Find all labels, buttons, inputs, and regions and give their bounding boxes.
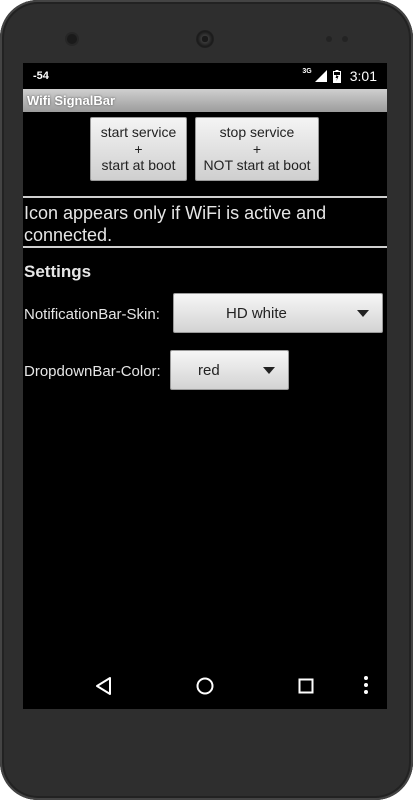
dropdown-color-value: red	[198, 362, 220, 379]
stop-service-button[interactable]: stop service + NOT start at boot	[195, 117, 319, 181]
signal-icon	[314, 70, 327, 82]
start-button-line2: +	[134, 140, 143, 157]
navigation-bar	[23, 663, 387, 709]
network-type-label: 3G	[302, 67, 312, 75]
info-text: Icon appears only if WiFi is active and …	[24, 203, 327, 245]
status-bar: -54 3G 3:01	[23, 63, 387, 89]
stop-button-line1: stop service	[219, 124, 295, 141]
overflow-menu-icon[interactable]	[359, 673, 373, 699]
dropdown-arrow-icon	[357, 310, 369, 317]
start-service-button[interactable]: start service + start at boot	[90, 117, 187, 181]
divider-bottom	[23, 246, 387, 248]
divider-top	[23, 196, 387, 198]
dropdown-arrow-icon	[263, 367, 275, 374]
dropdown-color-dropdown[interactable]: red	[170, 350, 289, 390]
app-title-bar: Wifi SignalBar	[23, 89, 387, 112]
light-sensor	[342, 36, 348, 42]
screen: -54 3G 3:01 Wifi SignalBar start service	[23, 63, 387, 709]
proximity-sensor	[326, 36, 332, 42]
stop-button-line3: NOT start at boot	[203, 157, 311, 174]
notification-skin-dropdown[interactable]: HD white	[173, 293, 383, 333]
app-title: Wifi SignalBar	[27, 93, 116, 108]
notification-skin-value: HD white	[226, 305, 287, 322]
signal-strength-readout: -54	[33, 70, 49, 82]
phone-frame: -54 3G 3:01 Wifi SignalBar start service	[0, 0, 413, 800]
notification-skin-label: NotificationBar-Skin:	[24, 306, 160, 323]
start-button-line3: start at boot	[101, 157, 176, 174]
home-icon[interactable]	[192, 673, 218, 699]
clock: 3:01	[349, 68, 377, 84]
earpiece-speaker	[196, 30, 214, 48]
back-icon[interactable]	[91, 673, 117, 699]
status-icons: 3G 3:01	[302, 67, 377, 85]
start-button-line1: start service	[100, 124, 177, 141]
battery-icon	[332, 69, 341, 83]
stop-button-line2: +	[252, 140, 262, 157]
recents-icon[interactable]	[293, 673, 319, 699]
settings-heading: Settings	[24, 262, 92, 281]
front-camera	[67, 34, 77, 44]
dropdown-color-label: DropdownBar-Color:	[24, 363, 161, 380]
